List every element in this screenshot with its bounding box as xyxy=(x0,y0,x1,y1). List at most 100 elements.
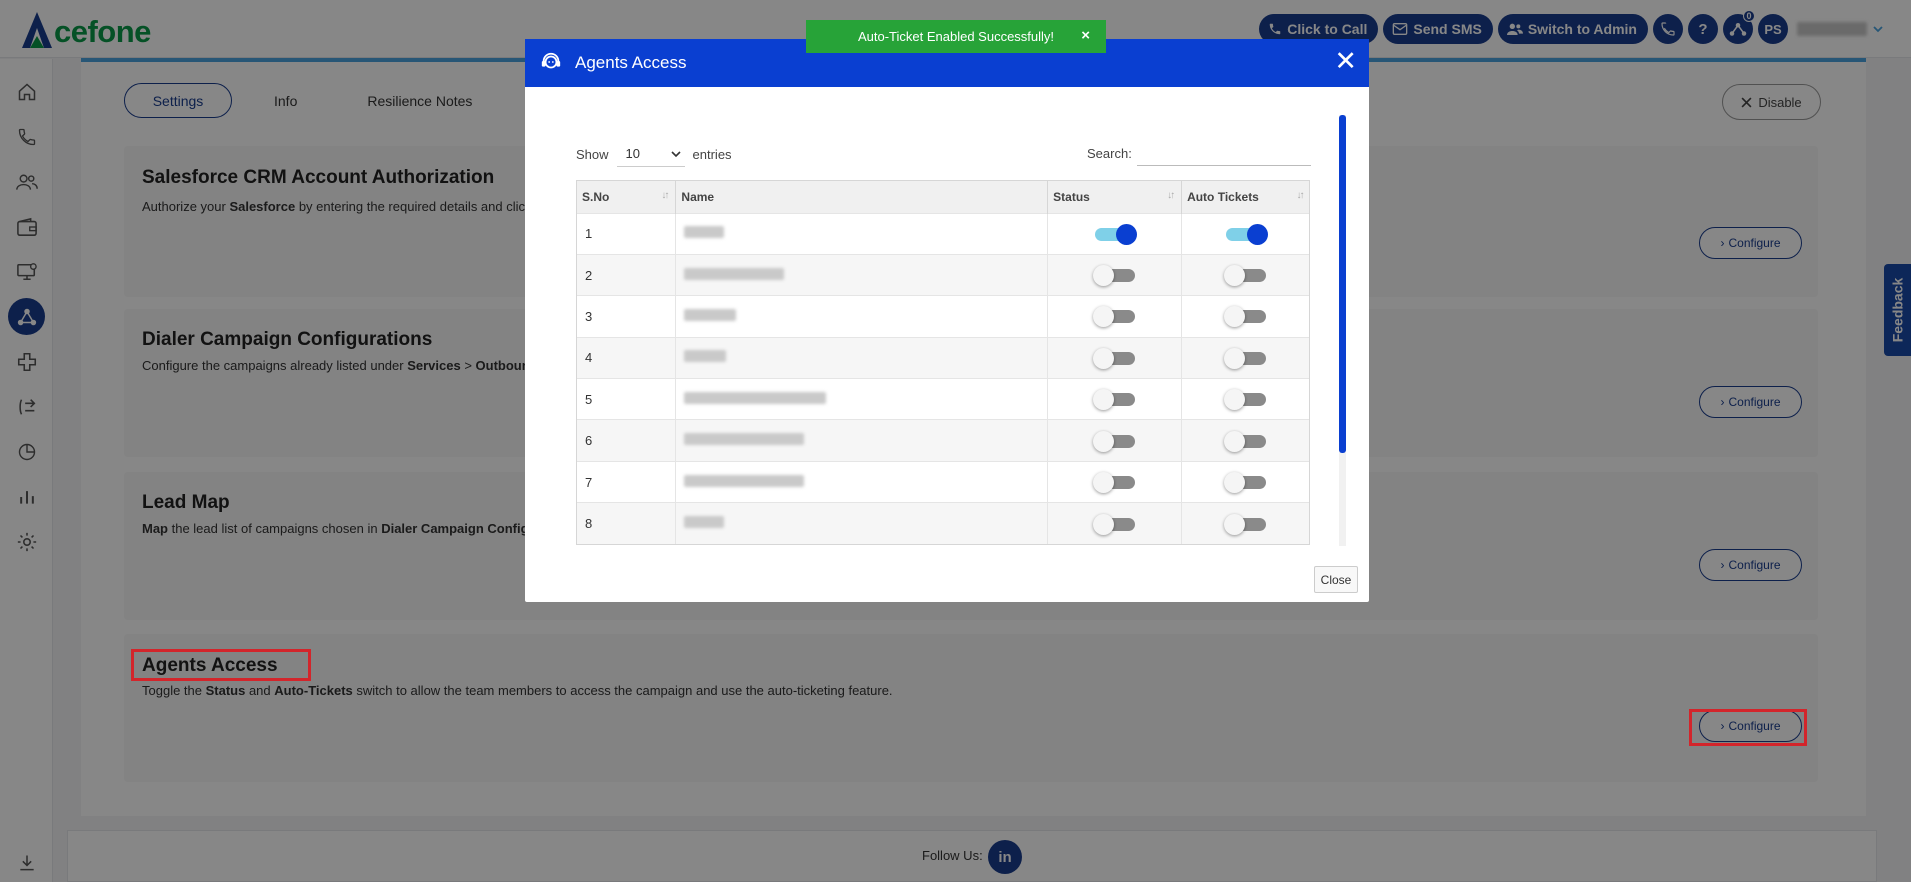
row-status xyxy=(1047,502,1183,544)
agents-table: S.No ↓↑ Name Status ↓↑ Auto Tickets ↓↑ 1234… xyxy=(577,181,1309,544)
row-sno: 2 xyxy=(577,253,677,296)
row-name xyxy=(675,460,1049,503)
chevron-down-icon xyxy=(670,150,681,157)
table-row: 6 xyxy=(577,419,1309,462)
status-toggle[interactable] xyxy=(1092,471,1137,494)
modal-scrollbar-thumb[interactable] xyxy=(1339,115,1346,453)
row-status xyxy=(1047,212,1183,255)
table-row: 7 xyxy=(577,460,1309,503)
row-status xyxy=(1047,460,1183,503)
agent-name-redacted xyxy=(684,350,727,363)
agent-name-redacted xyxy=(684,226,725,239)
auto-tickets-toggle[interactable] xyxy=(1224,347,1268,369)
agents-table-container[interactable]: S.No ↓↑ Name Status ↓↑ Auto Tickets ↓↑ 1234… xyxy=(576,180,1310,545)
row-status xyxy=(1047,419,1183,462)
column-name[interactable]: Name xyxy=(675,181,1049,213)
toggle-knob xyxy=(1224,347,1246,369)
auto-tickets-toggle[interactable] xyxy=(1224,264,1268,287)
row-auto-tickets xyxy=(1181,295,1309,338)
auto-tickets-toggle[interactable] xyxy=(1224,513,1268,535)
toggle-knob xyxy=(1224,265,1246,287)
status-toggle[interactable] xyxy=(1092,388,1137,411)
auto-tickets-toggle[interactable] xyxy=(1224,305,1268,328)
auto-tickets-toggle[interactable] xyxy=(1224,430,1268,452)
show-label: Show xyxy=(576,146,609,162)
row-status xyxy=(1047,378,1183,420)
row-name xyxy=(675,419,1049,462)
agent-name-redacted xyxy=(684,474,805,487)
row-sno: 1 xyxy=(577,212,677,255)
status-toggle[interactable] xyxy=(1092,347,1137,369)
auto-tickets-toggle[interactable] xyxy=(1224,388,1268,411)
row-sno: 4 xyxy=(577,336,677,379)
table-row: 2 xyxy=(577,253,1309,296)
sort-icon: ↓↑ xyxy=(1296,190,1305,201)
row-sno: 8 xyxy=(577,502,677,544)
close-button[interactable]: Close xyxy=(1314,566,1358,593)
entries-select[interactable]: 10 xyxy=(616,141,685,167)
row-auto-tickets xyxy=(1181,336,1309,379)
row-auto-tickets xyxy=(1181,378,1309,420)
highlight-configure-button xyxy=(1689,709,1807,746)
toggle-knob xyxy=(1247,223,1269,245)
toggle-knob xyxy=(1092,513,1114,535)
row-sno: 3 xyxy=(577,295,677,338)
row-sno: 7 xyxy=(577,460,677,503)
toggle-knob xyxy=(1092,430,1114,452)
row-name xyxy=(675,212,1049,255)
agents-table-body: 12345678 xyxy=(577,212,1309,544)
row-status xyxy=(1047,336,1183,379)
row-status xyxy=(1047,253,1183,296)
modal-close-icon[interactable]: ✕ xyxy=(1334,47,1357,75)
row-auto-tickets xyxy=(1181,212,1309,255)
entries-select-value: 10 xyxy=(625,146,640,161)
column-status[interactable]: Status ↓↑ xyxy=(1047,181,1183,213)
table-row: 8 xyxy=(577,502,1309,544)
sort-icon: ↓↑ xyxy=(1167,190,1175,201)
column-sno[interactable]: S.No ↓↑ xyxy=(577,181,677,213)
toast-message: Auto-Ticket Enabled Successfully! xyxy=(857,29,1055,44)
entries-control: Show 10 entries xyxy=(576,141,732,167)
toggle-knob xyxy=(1092,347,1114,369)
toggle-knob xyxy=(1092,389,1114,411)
toggle-knob xyxy=(1224,430,1246,452)
auto-tickets-toggle[interactable] xyxy=(1224,223,1269,245)
column-auto-tickets[interactable]: Auto Tickets ↓↑ xyxy=(1181,181,1309,213)
support-agent-icon xyxy=(541,52,561,69)
search-input[interactable] xyxy=(1137,136,1311,166)
row-name xyxy=(675,295,1049,338)
row-name xyxy=(675,336,1049,379)
status-toggle[interactable] xyxy=(1092,430,1137,452)
sort-asc-icon: ↓↑ xyxy=(661,190,669,201)
status-toggle[interactable] xyxy=(1093,223,1137,245)
status-toggle[interactable] xyxy=(1092,264,1137,287)
toggle-knob xyxy=(1224,472,1246,494)
status-toggle[interactable] xyxy=(1092,513,1137,535)
agent-name-redacted xyxy=(684,516,725,529)
row-auto-tickets xyxy=(1181,502,1309,544)
entries-label: entries xyxy=(692,146,732,162)
toast-close-icon[interactable]: × xyxy=(1081,27,1090,44)
table-header-row: S.No ↓↑ Name Status ↓↑ Auto Tickets ↓↑ xyxy=(577,181,1309,213)
table-row: 4 xyxy=(577,336,1309,379)
agent-name-redacted xyxy=(684,433,805,446)
toggle-knob xyxy=(1224,513,1246,535)
row-sno: 6 xyxy=(577,419,677,462)
row-auto-tickets xyxy=(1181,460,1309,503)
auto-tickets-toggle[interactable] xyxy=(1224,471,1268,494)
toggle-knob xyxy=(1092,306,1114,328)
modal-title: Agents Access xyxy=(575,53,687,72)
row-name xyxy=(675,378,1049,420)
table-row: 3 xyxy=(577,295,1309,338)
toggle-knob xyxy=(1115,223,1137,245)
toggle-knob xyxy=(1224,306,1246,328)
agent-name-redacted xyxy=(684,391,827,404)
agent-name-redacted xyxy=(684,267,785,280)
status-toggle[interactable] xyxy=(1092,305,1137,328)
row-name xyxy=(675,253,1049,296)
agent-name-redacted xyxy=(684,308,737,321)
agents-access-modal: Agents Access ✕ Show 10 entries Search: … xyxy=(525,39,1369,602)
table-row: 1 xyxy=(577,212,1309,255)
row-name xyxy=(675,502,1049,544)
search-label: Search: xyxy=(1087,146,1132,161)
